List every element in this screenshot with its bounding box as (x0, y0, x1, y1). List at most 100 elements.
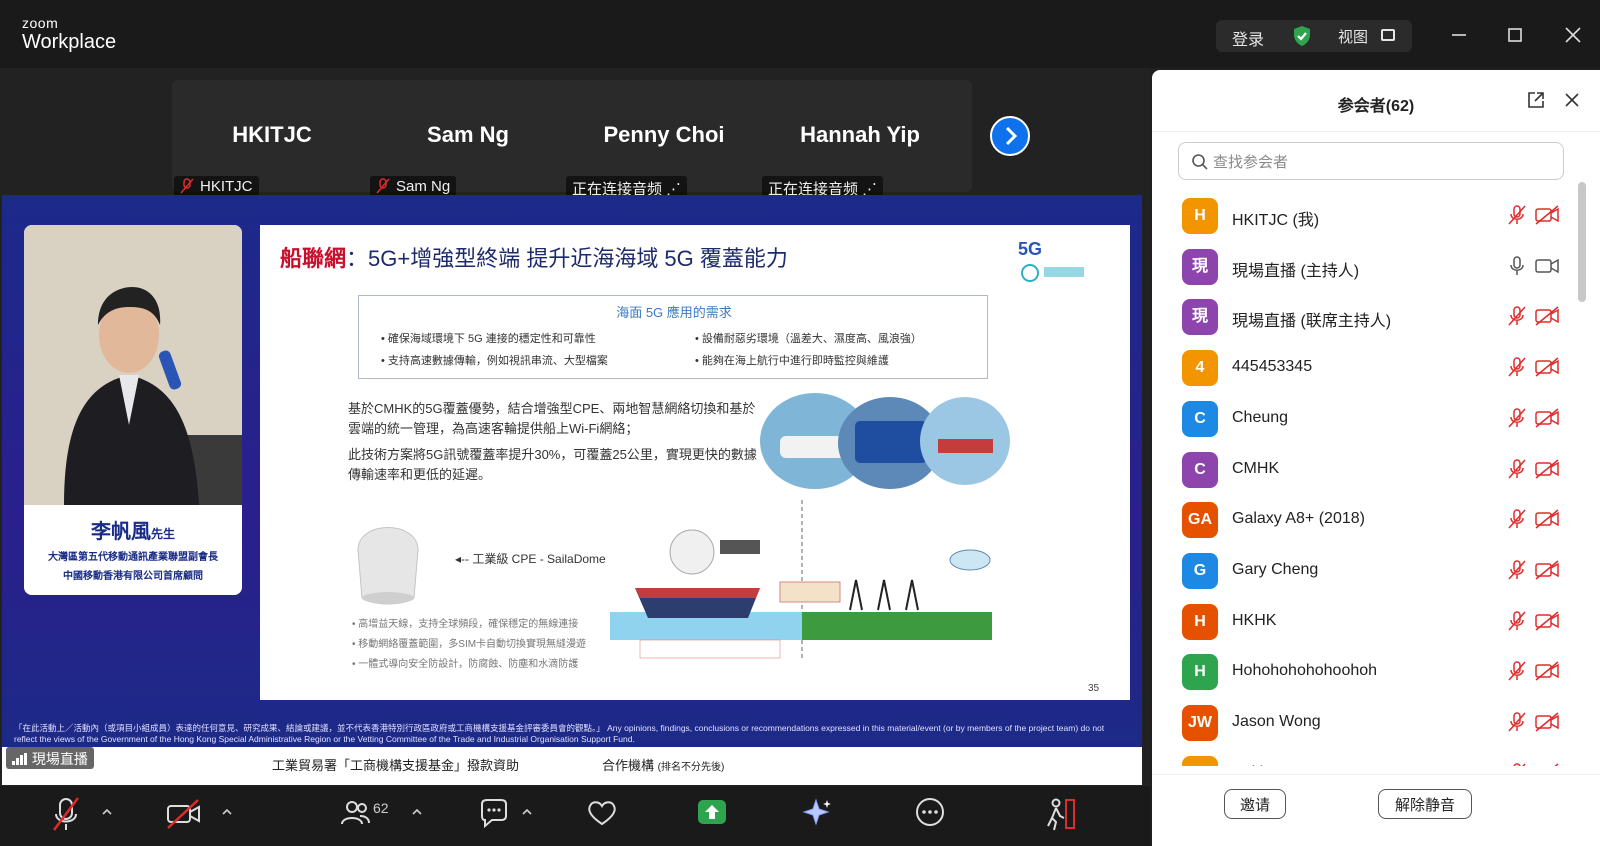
slide-paragraph: 此技術方案將5G訊號覆蓋率提升30%，可覆蓋25公里，實現更快的數據傳輸速率和更… (348, 447, 757, 482)
speaker-video: 李帆風先生 大灣區第五代移動通訊產業聯盟副會長 中國移動香港有限公司首席顧問 (24, 225, 242, 595)
more-button[interactable] (914, 796, 946, 836)
video-off-icon[interactable] (1534, 660, 1560, 682)
video-tile[interactable]: Penny Choi 正在连接音频 ⋰ (564, 80, 764, 200)
tile-label-text: HKITJC (200, 178, 253, 195)
participant-row[interactable]: H HKITJC (我) (1152, 190, 1572, 241)
next-page-button[interactable] (990, 116, 1030, 156)
participant-row[interactable]: GA Galaxy A8+ (2018) (1152, 494, 1572, 545)
muted-mic-icon[interactable] (1506, 305, 1528, 327)
title-actions: 登录 视图 (1216, 20, 1412, 52)
ship-images (760, 391, 1010, 491)
audio-button[interactable] (50, 796, 82, 836)
reactions-button[interactable] (586, 796, 618, 836)
participant-row[interactable]: C CMHK (1152, 444, 1572, 495)
video-off-icon[interactable] (1534, 508, 1560, 530)
close-window-icon[interactable] (1560, 22, 1586, 48)
presentation-slide: 船聯網：5G+增強型終端 提升近海海域 5G 覆蓋能力 5G 海面 5G 應用的… (260, 225, 1130, 700)
mic-icon[interactable] (1506, 255, 1528, 277)
requirements-title: 海面 5G 應用的需求 (616, 305, 732, 320)
muted-mic-icon[interactable] (1506, 508, 1528, 530)
search-input[interactable] (1213, 151, 1553, 173)
cpe-label: ◂-- 工業級 CPE - SailaDome (455, 552, 606, 566)
chevron-up-icon[interactable] (102, 804, 112, 815)
video-tile[interactable]: HKITJC HKITJC (172, 80, 372, 200)
slide-bullet: • 高增益天線，支持全球頻段，確保穩定的無線連接 (352, 619, 579, 630)
avatar: 現 (1182, 299, 1218, 336)
muted-mic-icon (376, 178, 390, 194)
video-off-icon[interactable] (1534, 204, 1560, 226)
speaker-company: 中國移動香港有限公司首席顧問 (63, 571, 203, 582)
participant-row[interactable]: 4 445453345 (1152, 342, 1572, 393)
view-button[interactable]: 视图 (1338, 26, 1368, 47)
signal-icon (12, 753, 27, 765)
footer-fund: 工業貿易署「工商機構支援基金」撥款資助 (272, 758, 520, 773)
security-shield-icon[interactable] (1290, 24, 1314, 48)
network-diagram (610, 500, 1000, 660)
title-bar: zoom Workplace 登录 视图 (0, 0, 1600, 68)
chat-button[interactable] (478, 796, 510, 836)
minimize-icon[interactable] (1446, 22, 1472, 48)
share-screen-button[interactable] (696, 796, 728, 836)
video-off-icon[interactable] (1534, 305, 1560, 327)
video-off-icon[interactable] (1534, 762, 1560, 766)
participant-row[interactable]: JW Jason Wong (1152, 697, 1572, 748)
svg-text:5G: 5G (1018, 239, 1042, 259)
participant-name: 445453345 (1232, 358, 1313, 376)
leave-button[interactable] (1042, 796, 1078, 836)
slide-bullets: • 高增益天線，支持全球頻段，確保穩定的無線連接 • 移動網絡覆蓋範圍，多SIM… (352, 615, 586, 675)
slide-page-number: 35 (1088, 683, 1100, 694)
avatar: G (1182, 552, 1218, 589)
participant-row[interactable]: K Keith (1152, 748, 1572, 766)
unmute-button[interactable]: 解除静音 (1378, 789, 1472, 819)
chevron-up-icon[interactable] (222, 804, 232, 815)
close-icon[interactable] (1562, 90, 1582, 110)
video-off-icon[interactable] (1534, 407, 1560, 429)
video-tile[interactable]: Sam Ng Sam Ng (368, 80, 568, 200)
brand-small: zoom (22, 15, 59, 31)
video-off-icon[interactable] (1534, 356, 1560, 378)
scrollbar[interactable] (1578, 182, 1586, 302)
video-off-icon[interactable] (1534, 610, 1560, 632)
video-tile[interactable]: Hannah Yip 正在连接音频 ⋰ (760, 80, 960, 200)
avatar: H (1182, 603, 1218, 640)
muted-mic-icon[interactable] (1506, 407, 1528, 429)
chevron-up-icon[interactable] (412, 804, 422, 815)
muted-mic-icon[interactable] (1506, 660, 1528, 682)
muted-mic-icon[interactable] (1506, 762, 1528, 766)
video-off-icon[interactable] (1534, 559, 1560, 581)
live-badge-text: 現場直播 (31, 751, 88, 767)
participant-row[interactable]: G Gary Cheng (1152, 545, 1572, 596)
muted-mic-icon[interactable] (1506, 204, 1528, 226)
video-off-icon[interactable] (1534, 711, 1560, 733)
muted-mic-icon[interactable] (1506, 458, 1528, 480)
ai-companion-button[interactable] (802, 796, 834, 836)
sparkle-icon (802, 798, 831, 826)
muted-mic-icon[interactable] (1506, 610, 1528, 632)
avatar: C (1182, 400, 1218, 437)
video-off-icon[interactable] (1534, 458, 1560, 480)
tile-label-text: Sam Ng (396, 178, 451, 195)
login-button[interactable]: 登录 (1232, 26, 1264, 50)
requirement-item: • 設備耐惡劣環境（溫差大、濕度高、風浪強） (695, 333, 922, 345)
muted-mic-icon[interactable] (1506, 559, 1528, 581)
participant-row[interactable]: 現現場直播 (联席主持人) (1152, 291, 1572, 342)
chevron-up-icon[interactable] (522, 804, 532, 815)
invite-button[interactable]: 邀请 (1224, 789, 1286, 819)
participant-row[interactable]: H Hohohohohohoohoh (1152, 646, 1572, 697)
video-button[interactable] (166, 796, 202, 836)
participant-row[interactable]: C Cheung (1152, 393, 1572, 444)
muted-mic-icon[interactable] (1506, 711, 1528, 733)
participant-row[interactable]: 現現場直播 (主持人) (1152, 241, 1572, 292)
panel-header: 参会者(62) (1152, 70, 1600, 132)
muted-mic-icon[interactable] (1506, 356, 1528, 378)
muted-mic-icon (53, 797, 79, 831)
popout-icon[interactable] (1526, 90, 1546, 110)
participants-button[interactable] (340, 796, 370, 836)
slide-bullet: • 移動網絡覆蓋範圍，多SIM卡自動切換實現無縫漫遊 (352, 639, 587, 650)
speaker-name: 李帆風先生 (90, 521, 175, 543)
maximize-icon[interactable] (1502, 22, 1528, 48)
share-screen-icon (698, 800, 726, 824)
gallery-view-icon[interactable] (1381, 29, 1395, 41)
participant-row[interactable]: H HKHK (1152, 596, 1572, 647)
video-icon[interactable] (1534, 255, 1560, 277)
